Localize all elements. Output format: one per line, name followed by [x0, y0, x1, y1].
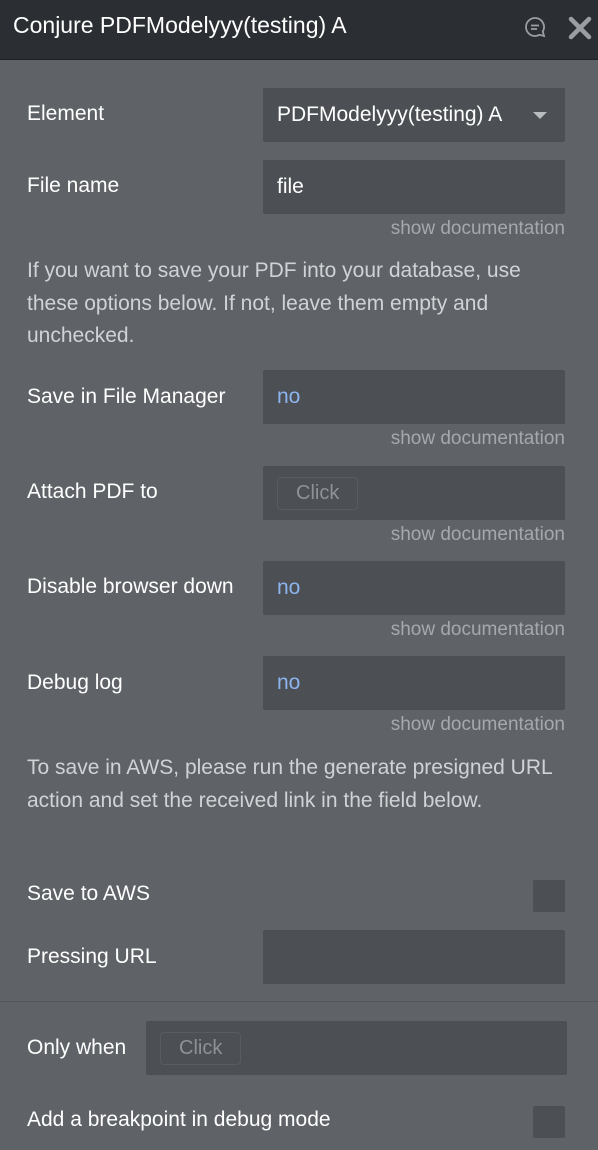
panel-title: Conjure PDFModelyyy(testing) A: [13, 12, 347, 38]
save-aws-checkbox[interactable]: [533, 880, 565, 912]
chevron-down-icon: [533, 111, 547, 119]
section-divider: [0, 1001, 598, 1002]
element-value: PDFModelyyy(testing) A: [277, 103, 503, 126]
comment-icon[interactable]: [522, 14, 548, 40]
only-when-click-placeholder[interactable]: Click: [160, 1031, 242, 1065]
save-file-manager-label: Save in File Manager: [27, 385, 226, 408]
file-name-label: File name: [27, 174, 120, 197]
element-label: Element: [27, 102, 105, 125]
debug-log-label: Debug log: [27, 671, 123, 694]
close-icon[interactable]: [567, 15, 593, 41]
pressing-url-label: Pressing URL: [27, 945, 157, 968]
file-name-doc-link[interactable]: show documentation: [391, 218, 565, 240]
file-name-value: file: [277, 175, 304, 198]
save-file-manager-doc-link[interactable]: show documentation: [391, 428, 565, 450]
debug-log-select[interactable]: no: [263, 656, 565, 710]
disable-browser-doc-link[interactable]: show documentation: [391, 619, 565, 641]
breakpoint-checkbox[interactable]: [533, 1106, 565, 1138]
pressing-url-input[interactable]: [263, 930, 565, 984]
disable-browser-value: no: [277, 576, 301, 599]
attach-pdf-field[interactable]: Click: [263, 466, 565, 520]
database-info-text: If you want to save your PDF into your d…: [27, 259, 521, 347]
file-name-input[interactable]: file: [263, 160, 565, 214]
attach-pdf-click-placeholder[interactable]: Click: [277, 476, 359, 510]
debug-log-value: no: [277, 671, 301, 694]
debug-log-doc-link[interactable]: show documentation: [391, 714, 565, 736]
element-dropdown[interactable]: PDFModelyyy(testing) A: [263, 88, 565, 142]
breakpoint-label: Add a breakpoint in debug mode: [27, 1108, 331, 1131]
save-aws-label: Save to AWS: [27, 882, 150, 905]
disable-browser-label: Disable browser down: [27, 575, 234, 598]
save-file-manager-value: no: [277, 385, 301, 408]
attach-pdf-label: Attach PDF to: [27, 480, 158, 503]
attach-pdf-doc-link[interactable]: show documentation: [391, 524, 565, 546]
only-when-label: Only when: [27, 1036, 127, 1059]
save-file-manager-select[interactable]: no: [263, 370, 565, 424]
aws-info-text: To save in AWS, please run the generate …: [27, 756, 552, 812]
disable-browser-select[interactable]: no: [263, 561, 565, 615]
only-when-field[interactable]: Click: [146, 1021, 567, 1075]
title-bar: Conjure PDFModelyyy(testing) A: [0, 0, 598, 60]
